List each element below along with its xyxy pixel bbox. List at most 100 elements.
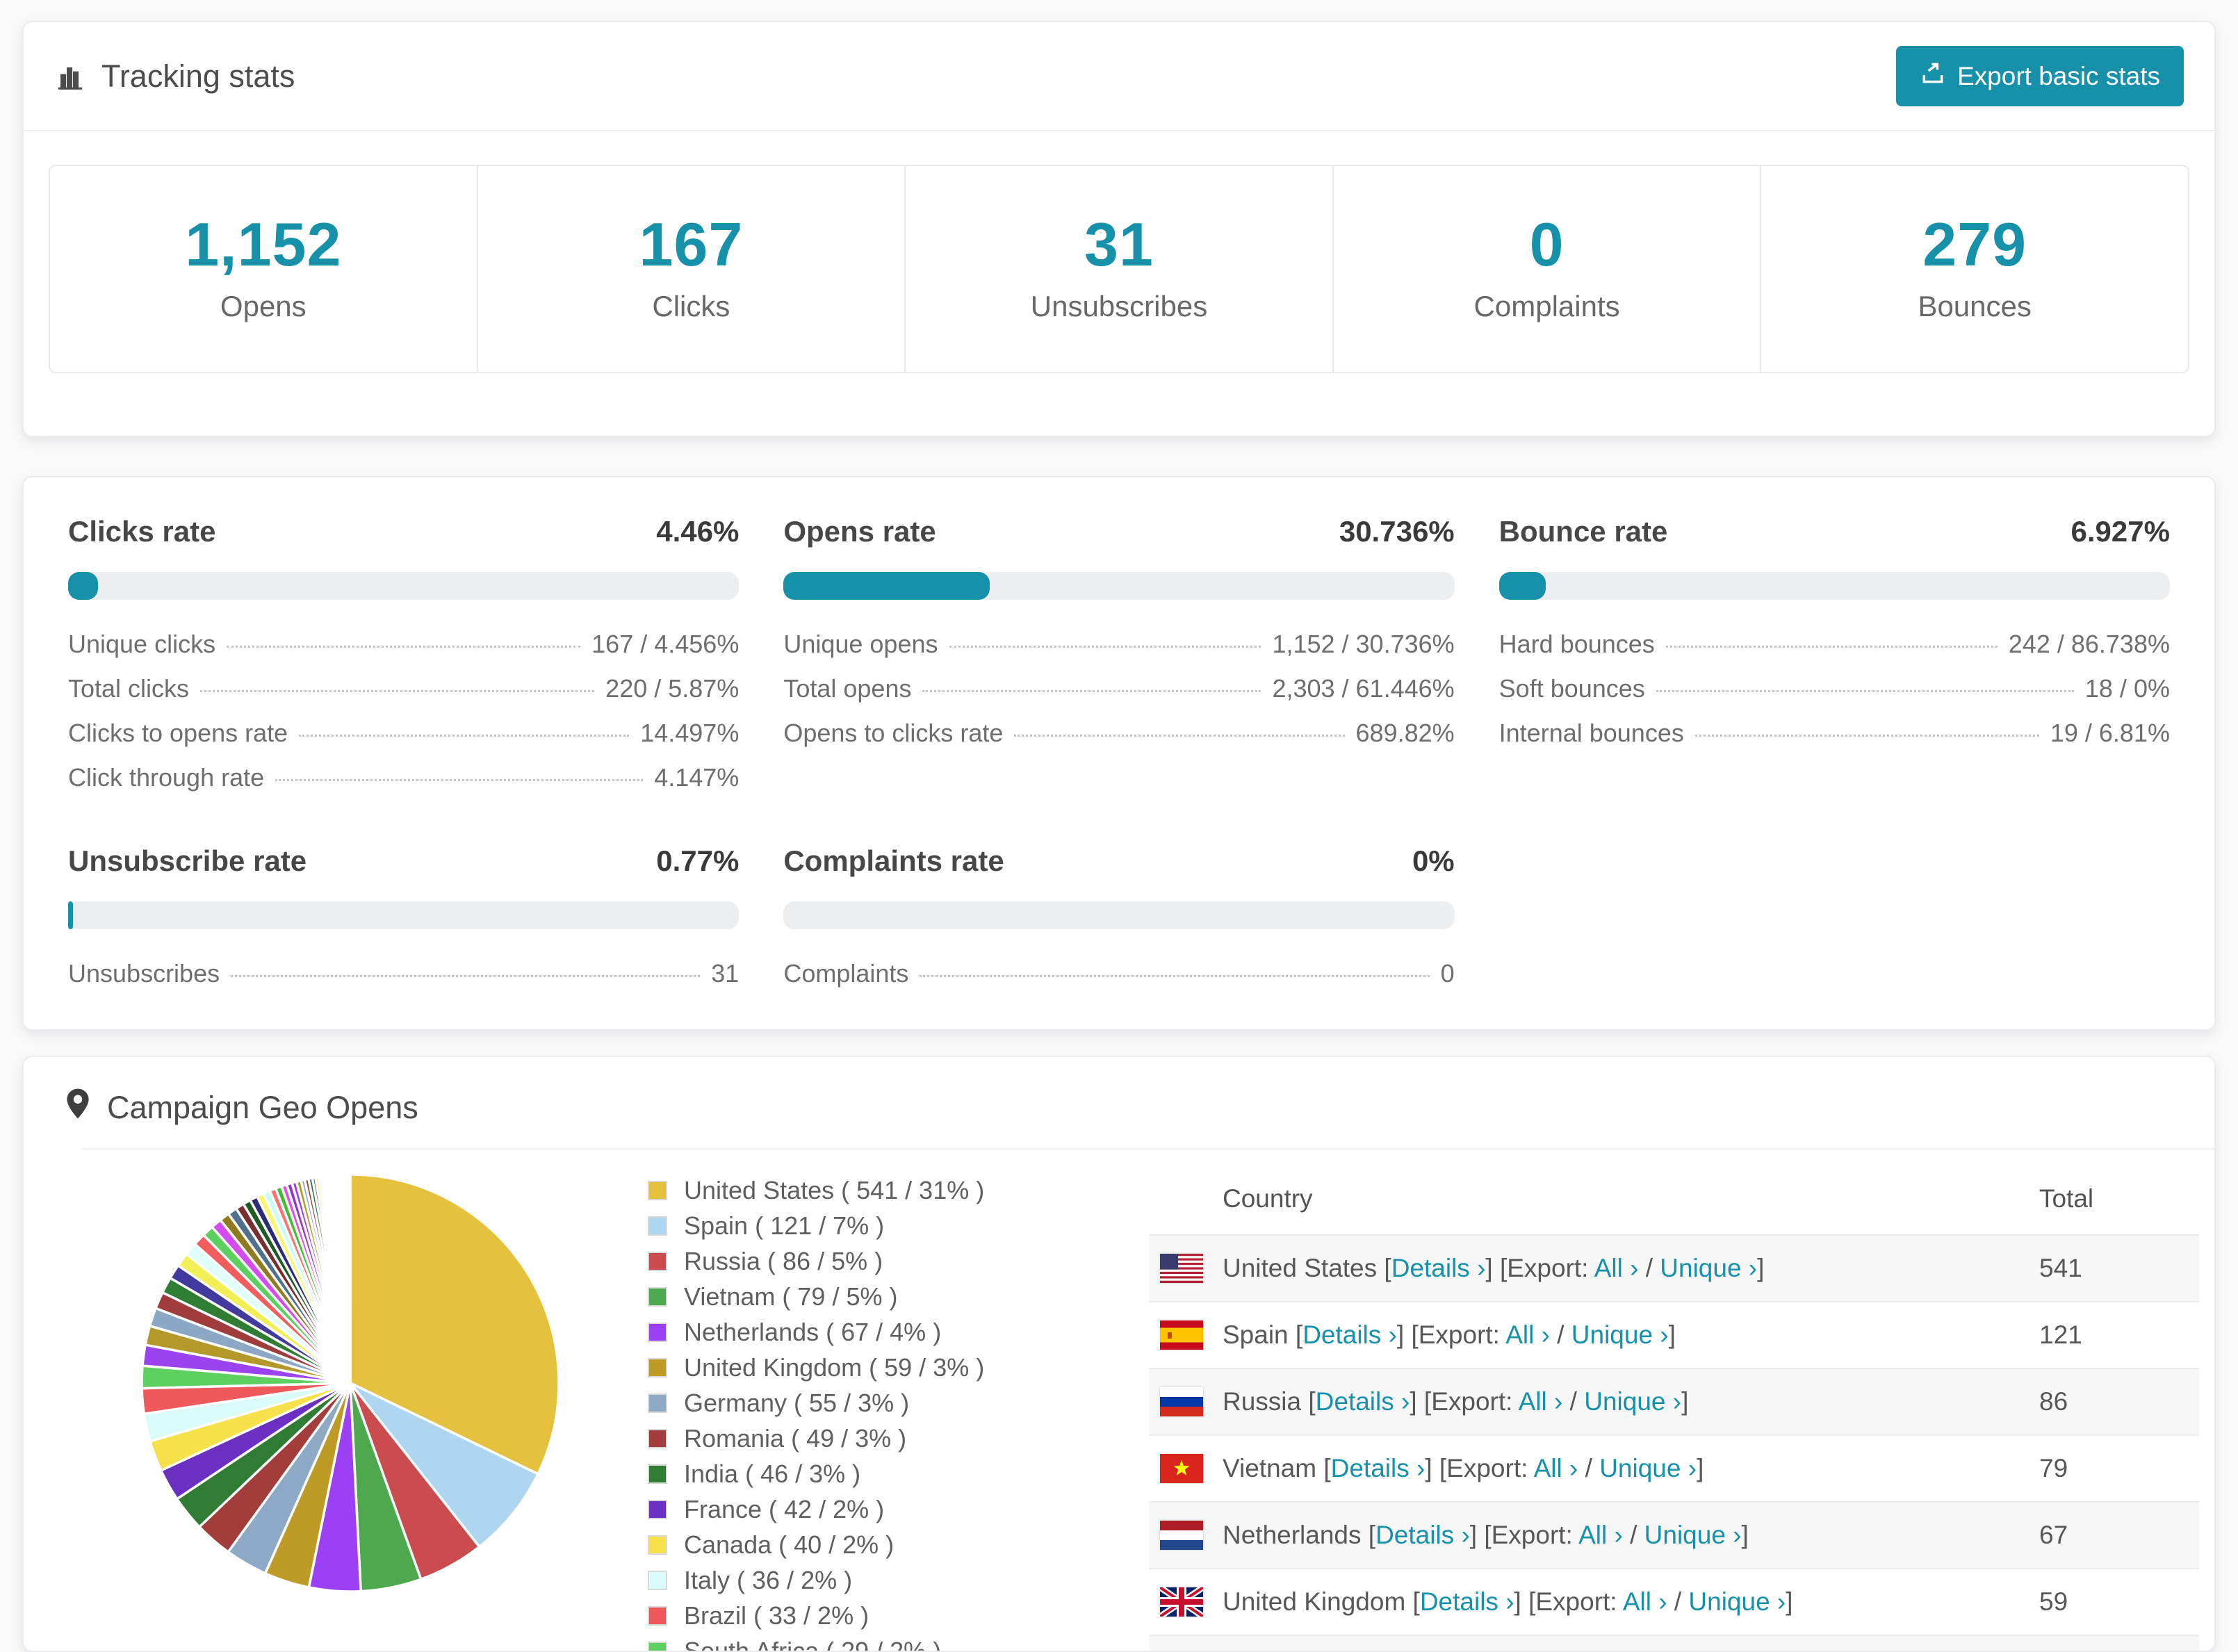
rates-grid: Clicks rate4.46% Unique clicks167 / 4.456… — [68, 515, 2170, 996]
export-all-link[interactable]: All › — [1623, 1587, 1667, 1616]
legend-item-united-kingdom[interactable]: United Kingdom ( 59 / 3% ) — [648, 1353, 1096, 1382]
legend-label: Canada ( 40 / 2% ) — [684, 1530, 894, 1560]
rate-head: Unsubscribe rate0.77% — [68, 844, 739, 878]
summary-stat-clicks: 167Clicks — [477, 166, 905, 372]
legend-item-netherlands[interactable]: Netherlands ( 67 / 4% ) — [648, 1318, 1096, 1347]
flag-us-icon — [1160, 1254, 1203, 1283]
legend-swatch — [648, 1181, 667, 1200]
geo-row-total: 86 — [2039, 1387, 2199, 1416]
legend-swatch — [648, 1642, 667, 1652]
export-all-link[interactable]: All › — [1594, 1254, 1639, 1282]
rate-panel-clicks-rate: Clicks rate4.46% Unique clicks167 / 4.456… — [68, 515, 739, 800]
summary-stat-complaints: 0Complaints — [1332, 166, 1761, 372]
rate-panel-bounce-rate: Bounce rate6.927%Hard bounces242 / 86.73… — [1499, 515, 2170, 800]
legend-swatch — [648, 1393, 667, 1413]
rate-detail-label: Click through rate — [68, 763, 264, 792]
legend-swatch — [648, 1358, 667, 1377]
export-all-link[interactable]: All › — [1534, 1454, 1578, 1482]
geo-row-total: 79 — [2039, 1454, 2199, 1483]
export-unique-link[interactable]: Unique › — [1644, 1521, 1742, 1549]
geo-row-total: 541 — [2039, 1254, 2199, 1283]
legend-item-united-states[interactable]: United States ( 541 / 31% ) — [648, 1176, 1096, 1205]
export-unique-link[interactable]: Unique › — [1584, 1387, 1681, 1416]
rate-title: Clicks rate — [68, 515, 215, 548]
geo-table-header-country: Country — [1149, 1184, 2039, 1213]
export-basic-stats-button[interactable]: Export basic stats — [1896, 46, 2184, 106]
legend-swatch — [648, 1323, 667, 1342]
dashboard-page: Tracking stats Export basic stats 1,152O… — [0, 0, 2238, 1652]
export-unique-link[interactable]: Unique › — [1688, 1587, 1786, 1616]
rate-detail-rows: Hard bounces242 / 86.738%Soft bounces18 … — [1499, 622, 2170, 755]
export-all-link[interactable]: All › — [1519, 1387, 1563, 1416]
legend-item-france[interactable]: France ( 42 / 2% ) — [648, 1495, 1096, 1524]
export-all-link[interactable]: All › — [1505, 1320, 1550, 1349]
rate-detail-label: Unique clicks — [68, 630, 215, 659]
dotted-leader — [231, 975, 700, 977]
legend-item-italy[interactable]: Italy ( 36 / 2% ) — [648, 1566, 1096, 1595]
legend-item-spain[interactable]: Spain ( 121 / 7% ) — [648, 1211, 1096, 1241]
flag-ru-icon — [1160, 1387, 1203, 1416]
rate-detail-value: 1,152 / 30.736% — [1272, 630, 1454, 659]
details-link[interactable]: Details › — [1375, 1521, 1470, 1549]
rate-detail-row: Unique opens 1,152 / 30.736% — [783, 622, 1454, 666]
summary-stats-row: 1,152Opens167Clicks31Unsubscribes0Compla… — [49, 165, 2189, 373]
legend-item-germany[interactable]: Germany ( 55 / 3% ) — [648, 1389, 1096, 1418]
legend-label: Germany ( 55 / 3% ) — [684, 1389, 909, 1418]
rate-progress-bar — [68, 572, 739, 600]
details-link[interactable]: Details › — [1420, 1587, 1514, 1616]
rate-head: Clicks rate4.46% — [68, 515, 739, 548]
legend-swatch — [648, 1571, 667, 1590]
details-link[interactable]: Details › — [1316, 1387, 1410, 1416]
summary-stat-label: Bounces — [1761, 290, 2188, 323]
legend-item-vietnam[interactable]: Vietnam ( 79 / 5% ) — [648, 1282, 1096, 1311]
rate-progress-fill — [1499, 572, 1546, 600]
summary-stat-label: Clicks — [478, 290, 905, 323]
rate-detail-value: 242 / 86.738% — [2009, 630, 2170, 659]
rate-detail-rows: Unique clicks167 / 4.456%Total clicks220… — [68, 622, 739, 800]
export-unique-link[interactable]: Unique › — [1660, 1254, 1757, 1282]
rate-progress-fill — [68, 572, 98, 600]
legend-item-india[interactable]: India ( 46 / 3% ) — [648, 1459, 1096, 1489]
legend-item-canada[interactable]: Canada ( 40 / 2% ) — [648, 1530, 1096, 1560]
rate-progress-bar — [1499, 572, 2170, 600]
details-link[interactable]: Details › — [1331, 1454, 1426, 1482]
legend-label: France ( 42 / 2% ) — [684, 1495, 884, 1524]
legend-label: Italy ( 36 / 2% ) — [684, 1566, 852, 1595]
rate-detail-label: Clicks to opens rate — [68, 719, 288, 748]
export-button-label: Export basic stats — [1957, 62, 2160, 91]
summary-stat-unsubscribes: 31 Unsubscribes — [904, 166, 1332, 372]
legend-item-russia[interactable]: Russia ( 86 / 5% ) — [648, 1247, 1096, 1276]
rate-detail-row: Click through rate 4.147% — [68, 755, 739, 800]
geo-table-row: Vietnam [Details ›] [Export: All › / Uni… — [1149, 1434, 2199, 1501]
geo-row-total: 59 — [2039, 1587, 2199, 1617]
summary-stat-label: Unsubscribes — [906, 290, 1332, 323]
export-unique-link[interactable]: Unique › — [1599, 1454, 1697, 1482]
summary-stat-value: 31 — [906, 209, 1332, 280]
legend-item-romania[interactable]: Romania ( 49 / 3% ) — [648, 1424, 1096, 1453]
rate-detail-label: Internal bounces — [1499, 719, 1684, 748]
export-unique-link[interactable]: Unique › — [1571, 1320, 1669, 1349]
rate-detail-label: Unique opens — [783, 630, 938, 659]
geo-table-row: Russia [Details ›] [Export: All › / Uniq… — [1149, 1368, 2199, 1434]
rate-progress-bar — [783, 901, 1454, 929]
rate-detail-label: Hard bounces — [1499, 630, 1655, 659]
legend-item-brazil[interactable]: Brazil ( 33 / 2% ) — [648, 1601, 1096, 1630]
bar-chart-icon — [54, 60, 86, 92]
dotted-leader — [1666, 646, 1998, 648]
details-link[interactable]: Details › — [1302, 1320, 1397, 1349]
rate-detail-value: 0 — [1441, 959, 1455, 988]
geo-content: United States ( 541 / 31% ) Spain ( 121 /… — [24, 1168, 2214, 1652]
details-link[interactable]: Details › — [1391, 1254, 1486, 1282]
export-all-link[interactable]: All › — [1578, 1521, 1623, 1549]
legend-swatch — [648, 1535, 667, 1555]
dotted-leader — [1656, 690, 2074, 692]
rate-value: 0.77% — [656, 844, 739, 878]
summary-stat-value: 1,152 — [50, 209, 477, 280]
rate-detail-value: 4.147% — [654, 763, 739, 792]
rate-panel-opens-rate: Opens rate30.736%Unique opens1,152 / 30.… — [783, 515, 1454, 800]
legend-item-south-africa[interactable]: South Africa ( 29 / 2% ) — [648, 1637, 1096, 1652]
legend-swatch — [648, 1287, 667, 1307]
legend-swatch — [648, 1252, 667, 1271]
rate-panel-complaints-rate: Complaints rate0%Complaints0 — [783, 844, 1454, 996]
geo-row-country: United States [Details ›] [Export: All ›… — [1223, 1254, 2039, 1283]
